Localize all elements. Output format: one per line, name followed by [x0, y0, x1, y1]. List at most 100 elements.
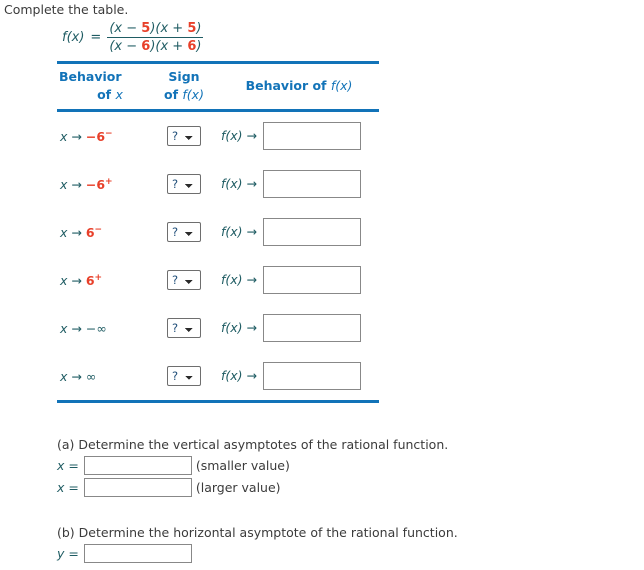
approach-arrow: → — [67, 368, 86, 384]
horizontal-asymptote-input[interactable] — [83, 544, 192, 563]
approach-cell: x → −∞ — [57, 304, 149, 352]
behavior-cell: f(x) → — [219, 112, 379, 160]
part-a-hint-smaller: (smaller value) — [195, 458, 290, 473]
part-a-hint-larger: (larger value) — [195, 480, 281, 495]
header-behavior-of-fx: Behavior of f(x) — [219, 64, 379, 109]
table-row: x → −6− ?+− f(x) → — [57, 112, 379, 160]
header-of-x: of x — [57, 86, 149, 104]
behavior-cell: f(x) → — [219, 256, 379, 304]
part-a-row-1: x = (smaller value) — [57, 456, 448, 475]
approach-value: 6 — [85, 224, 95, 240]
behavior-cell: f(x) → — [219, 160, 379, 208]
approach-expression: x → −6− — [57, 129, 113, 144]
header-behavior-label: Behavior — [59, 69, 122, 84]
approach-superscript: + — [105, 176, 113, 187]
vertical-asymptote-smaller-input[interactable] — [83, 456, 192, 475]
table-row: x → ∞ ?+− f(x) → — [57, 352, 379, 400]
approach-value: ∞ — [96, 320, 107, 336]
approach-sign: − — [85, 128, 97, 144]
header-behavior-of-prefix: Behavior of — [245, 78, 331, 94]
sign-cell: ?+− — [149, 208, 219, 256]
behavior-cell: f(x) → — [219, 208, 379, 256]
header-sign-of-fx: Sign of f(x) — [149, 64, 219, 109]
behavior-cell: f(x) → — [219, 352, 379, 400]
table-row: x → −∞ ?+− f(x) → — [57, 304, 379, 352]
part-b-row-1: y = — [57, 544, 458, 563]
behavior-fx-label: f(x) → — [221, 127, 257, 143]
function-definition: f(x) = (x − 5)(x + 5) (x − 6)(x + 6) — [62, 21, 204, 55]
fraction-bar — [107, 37, 204, 39]
approach-cell: x → −6+ — [57, 160, 149, 208]
approach-expression: x → −6+ — [57, 177, 113, 192]
denominator-close: ) — [196, 39, 202, 55]
header-sign-label: Sign — [168, 69, 200, 84]
table-header-row: Behavior of x Sign of f(x) Behavior of f… — [57, 64, 379, 109]
header-behavior-of-x: Behavior of x — [57, 64, 149, 109]
part-b-question: (b) Determine the horizontal asymptote o… — [57, 525, 458, 540]
denominator-open: (x − — [109, 39, 142, 55]
behavior-input-6[interactable] — [263, 362, 361, 391]
sign-select-6[interactable]: ?+− — [167, 366, 201, 387]
sign-cell: ?+− — [149, 256, 219, 304]
behavior-input-5[interactable] — [263, 314, 361, 343]
part-b: (b) Determine the horizontal asymptote o… — [57, 525, 458, 563]
approach-superscript: − — [105, 128, 113, 139]
vertical-asymptote-larger-input[interactable] — [83, 478, 192, 497]
approach-arrow: → — [67, 128, 86, 144]
header-fx-var-2: f(x) — [330, 78, 353, 94]
denominator-mid: )(x + — [150, 39, 188, 55]
approach-value: 6 — [85, 272, 95, 288]
denominator-value-1: 6 — [141, 39, 151, 55]
table-bottom-rule — [57, 400, 379, 404]
approach-expression: x → −∞ — [57, 321, 107, 336]
table-row: x → −6+ ?+− f(x) → — [57, 160, 379, 208]
behavior-input-4[interactable] — [263, 266, 361, 295]
numerator-mid: )(x + — [150, 21, 188, 36]
sign-select-1[interactable]: ?+− — [167, 126, 201, 147]
table-row: x → 6+ ?+− f(x) → — [57, 256, 379, 304]
approach-arrow: → — [67, 320, 86, 336]
page-title: Complete the table. — [4, 2, 129, 17]
behavior-input-2[interactable] — [263, 170, 361, 199]
fraction-numerator: (x − 5)(x + 5) — [107, 21, 203, 36]
approach-value: ∞ — [85, 368, 97, 384]
approach-cell: x → −6− — [57, 112, 149, 160]
function-lhs: f(x) — [62, 30, 85, 46]
approach-arrow: → — [67, 224, 86, 240]
equals-sign: = — [90, 30, 102, 46]
numerator-value-2: 5 — [187, 21, 197, 36]
header-fx-var: f(x) — [182, 87, 204, 103]
approach-cell: x → 6− — [57, 208, 149, 256]
numerator-open: (x − — [109, 21, 142, 36]
behavior-table: Behavior of x Sign of f(x) Behavior of f… — [57, 61, 379, 404]
behavior-input-3[interactable] — [263, 218, 361, 247]
sign-cell: ?+− — [149, 304, 219, 352]
sign-select-5[interactable]: ?+− — [167, 318, 201, 339]
behavior-fx-label: f(x) → — [221, 367, 257, 383]
approach-sign: − — [85, 320, 97, 336]
header-of-fx: of f(x) — [149, 86, 219, 104]
part-b-y-label: y = — [57, 546, 79, 561]
behavior-fx-label: f(x) → — [221, 271, 257, 287]
approach-sign: − — [85, 176, 97, 192]
approach-arrow: → — [67, 272, 86, 288]
sign-select-2[interactable]: ?+− — [167, 174, 201, 195]
approach-cell: x → ∞ — [57, 352, 149, 400]
header-of-prefix: of — [97, 87, 116, 103]
sign-cell: ?+− — [149, 352, 219, 400]
part-a-row-2: x = (larger value) — [57, 478, 448, 497]
approach-expression: x → 6− — [57, 225, 102, 240]
sign-select-4[interactable]: ?+− — [167, 270, 201, 291]
behavior-input-1[interactable] — [263, 122, 361, 151]
approach-expression: x → 6+ — [57, 273, 102, 288]
sign-select-3[interactable]: ?+− — [167, 222, 201, 243]
sign-cell: ?+− — [149, 112, 219, 160]
sign-cell: ?+− — [149, 160, 219, 208]
behavior-fx-label: f(x) → — [221, 223, 257, 239]
approach-superscript: + — [94, 272, 103, 283]
approach-cell: x → 6+ — [57, 256, 149, 304]
approach-expression: x → ∞ — [57, 369, 96, 384]
part-a-x-label-2: x = — [57, 480, 79, 495]
fraction: (x − 5)(x + 5) (x − 6)(x + 6) — [107, 21, 204, 55]
behavior-fx-label: f(x) → — [221, 319, 257, 335]
